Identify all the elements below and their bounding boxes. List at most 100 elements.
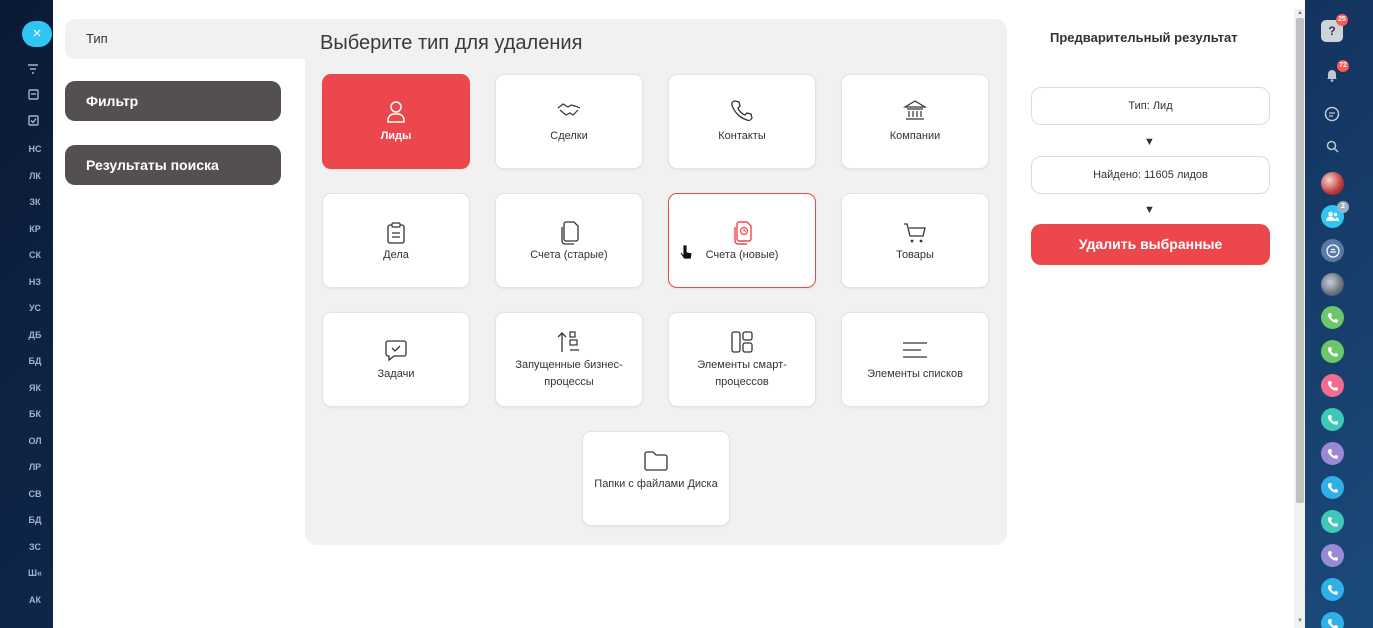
handshake-icon bbox=[496, 95, 642, 125]
search-button[interactable] bbox=[1321, 135, 1343, 157]
close-button[interactable]: × bbox=[22, 21, 52, 47]
layout-icon bbox=[669, 327, 815, 357]
chat-button[interactable] bbox=[1321, 103, 1343, 125]
nav-item[interactable]: БД bbox=[22, 356, 48, 366]
chat-icon bbox=[1324, 106, 1340, 122]
nav-item[interactable]: ЯК bbox=[22, 383, 48, 393]
nav-item[interactable]: ЛР bbox=[22, 462, 48, 472]
nav-item[interactable]: ЗС bbox=[22, 542, 48, 552]
call-contact-button[interactable] bbox=[1321, 578, 1344, 601]
tile-label: Элементы списков bbox=[867, 368, 963, 380]
step-type-label: Тип bbox=[86, 31, 108, 46]
tile-label: Контакты bbox=[718, 130, 766, 142]
tile-leads[interactable]: Лиды bbox=[322, 74, 470, 169]
call-contact-button[interactable] bbox=[1321, 476, 1344, 499]
tile-invoices-old[interactable]: Счета (старые) bbox=[495, 193, 643, 288]
tile-label: Счета (новые) bbox=[705, 249, 779, 261]
nav-item[interactable]: СК bbox=[22, 250, 48, 260]
step-type[interactable]: Тип bbox=[65, 19, 305, 59]
nav-item[interactable]: БД bbox=[22, 515, 48, 525]
phone-icon bbox=[1327, 584, 1338, 595]
nav-item[interactable]: БК bbox=[22, 409, 48, 419]
nav-item[interactable]: ДБ bbox=[22, 330, 48, 340]
tile-tasks[interactable]: Задачи bbox=[322, 312, 470, 407]
tile-deals[interactable]: Сделки bbox=[495, 74, 643, 169]
list-icon[interactable] bbox=[26, 89, 40, 101]
result-type-box: Тип: Лид bbox=[1031, 87, 1270, 125]
call-contact-button[interactable] bbox=[1321, 510, 1344, 533]
bell-badge: 72 bbox=[1337, 60, 1349, 72]
phone-icon bbox=[669, 95, 815, 125]
call-contact-button[interactable] bbox=[1321, 544, 1344, 567]
folder-icon bbox=[583, 446, 729, 476]
bell-icon bbox=[1327, 69, 1337, 82]
cart-icon bbox=[842, 218, 988, 248]
help-icon: ? bbox=[1328, 24, 1336, 38]
nav-item[interactable]: ЗК bbox=[22, 197, 48, 207]
nav-item[interactable]: Ш« bbox=[22, 568, 48, 578]
chat-check-icon bbox=[323, 335, 469, 365]
tile-label: Компании bbox=[889, 130, 941, 142]
tile-smart-processes[interactable]: Элементы смарт-процессов bbox=[668, 312, 816, 407]
step-filter-button[interactable]: Фильтр bbox=[65, 81, 281, 121]
nav-item[interactable]: КР bbox=[22, 224, 48, 234]
phone-icon bbox=[1327, 312, 1338, 323]
open-lines-button[interactable] bbox=[1321, 239, 1344, 262]
tile-label: Задачи bbox=[377, 368, 415, 380]
bank-icon bbox=[842, 95, 988, 125]
down-arrow-icon: ▼ bbox=[1144, 136, 1155, 148]
step-filter-label: Фильтр bbox=[86, 93, 139, 109]
nav-item[interactable]: НС bbox=[22, 144, 48, 154]
tile-disk-folders[interactable]: Папки с файлами Диска bbox=[582, 431, 730, 526]
clipboard-icon bbox=[323, 218, 469, 248]
documents-icon bbox=[496, 218, 642, 248]
tile-companies[interactable]: Компании bbox=[841, 74, 989, 169]
tile-label: Сделки bbox=[550, 130, 588, 142]
sort-icon bbox=[496, 327, 642, 357]
lines-icon bbox=[842, 335, 988, 365]
tile-activities[interactable]: Дела bbox=[322, 193, 470, 288]
phone-icon bbox=[1327, 550, 1338, 561]
search-icon bbox=[1326, 140, 1339, 153]
nav-item[interactable]: АК bbox=[22, 595, 48, 605]
tile-products[interactable]: Товары bbox=[841, 193, 989, 288]
avatar[interactable] bbox=[1321, 273, 1344, 296]
person-icon bbox=[323, 97, 469, 127]
scroll-down-icon[interactable]: ▼ bbox=[1297, 618, 1303, 624]
tile-business-processes[interactable]: Запущенные бизнес-процессы bbox=[495, 312, 643, 407]
nav-item[interactable]: УС bbox=[22, 303, 48, 313]
phone-icon bbox=[1327, 618, 1338, 628]
step-results-button[interactable]: Результаты поиска bbox=[65, 145, 281, 185]
nav-item[interactable]: ЛК bbox=[22, 171, 48, 181]
tile-list-elements[interactable]: Элементы списков bbox=[841, 312, 989, 407]
nav-item[interactable]: СВ bbox=[22, 489, 48, 499]
call-contact-button[interactable] bbox=[1321, 340, 1344, 363]
result-title: Предварительный результат bbox=[1050, 30, 1238, 45]
call-contact-button[interactable] bbox=[1321, 408, 1344, 431]
tile-contacts[interactable]: Контакты bbox=[668, 74, 816, 169]
call-contact-button[interactable] bbox=[1321, 442, 1344, 465]
nav-item[interactable]: НЗ bbox=[22, 277, 48, 287]
filter-icon[interactable] bbox=[26, 64, 40, 76]
avatar[interactable] bbox=[1321, 172, 1344, 195]
tile-label: Товары bbox=[896, 249, 934, 261]
scroll-up-icon[interactable]: ▲ bbox=[1297, 10, 1303, 16]
phone-icon bbox=[1327, 414, 1338, 425]
nav-item[interactable]: ОЛ bbox=[22, 436, 48, 446]
down-arrow-icon: ▼ bbox=[1144, 204, 1155, 216]
phone-icon bbox=[1327, 346, 1338, 357]
phone-icon bbox=[1327, 516, 1338, 527]
group-icon bbox=[1326, 211, 1339, 221]
delete-selected-button[interactable]: Удалить выбранные bbox=[1031, 224, 1270, 265]
scrollbar-thumb[interactable] bbox=[1296, 18, 1304, 503]
phone-icon bbox=[1327, 380, 1338, 391]
call-contact-button[interactable] bbox=[1321, 612, 1344, 628]
checkbox-icon[interactable] bbox=[26, 115, 40, 127]
phone-icon bbox=[1327, 448, 1338, 459]
tile-label: Счета (старые) bbox=[530, 249, 608, 261]
hand-cursor-icon bbox=[679, 244, 693, 262]
call-contact-button[interactable] bbox=[1321, 306, 1344, 329]
tile-invoices-new[interactable]: Счета (новые) bbox=[668, 193, 816, 288]
call-contact-button[interactable] bbox=[1321, 374, 1344, 397]
step-results-label: Результаты поиска bbox=[86, 157, 219, 173]
